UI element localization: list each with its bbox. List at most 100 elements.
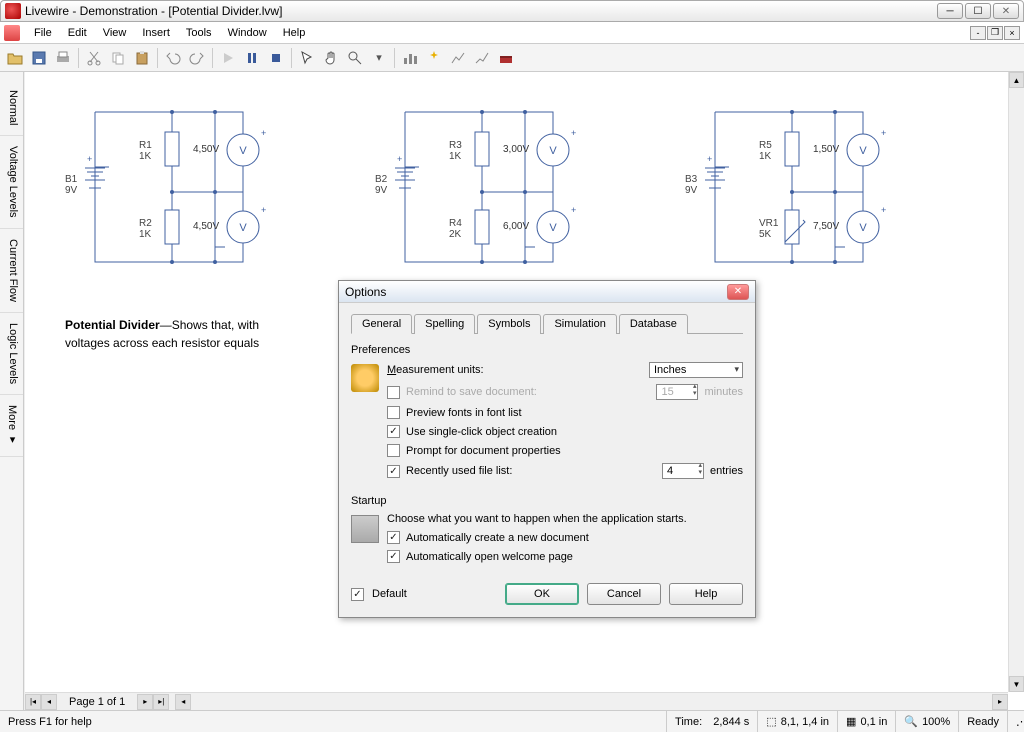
battery-label: B29V: [375, 174, 387, 196]
wizard-icon[interactable]: [423, 47, 445, 69]
tab-more[interactable]: More: [0, 395, 23, 457]
status-position: ⬚8,1, 1,4 in: [757, 711, 837, 732]
tab-current[interactable]: Current Flow: [0, 229, 23, 313]
tab-normal[interactable]: Normal: [0, 80, 23, 136]
svg-text:V: V: [859, 145, 867, 157]
mdi-minimize[interactable]: -: [970, 26, 986, 40]
hscroll-right-icon[interactable]: ▸: [992, 694, 1008, 710]
chart-icon[interactable]: [399, 47, 421, 69]
menu-tools[interactable]: Tools: [178, 25, 220, 41]
stop-icon[interactable]: [265, 47, 287, 69]
remind-label: Remind to save document:: [406, 386, 537, 398]
meter-top-value: 1,50V: [813, 144, 839, 155]
resize-grip[interactable]: ⋰: [1007, 711, 1024, 732]
hscroll-left-icon[interactable]: ◂: [175, 694, 191, 710]
menu-insert[interactable]: Insert: [134, 25, 178, 41]
pointer-icon[interactable]: [296, 47, 318, 69]
app-icon: [5, 3, 21, 19]
mdi-restore[interactable]: ❐: [987, 26, 1003, 40]
ok-button[interactable]: OK: [505, 583, 579, 605]
cut-icon[interactable]: [83, 47, 105, 69]
paste-icon[interactable]: [131, 47, 153, 69]
tab-general[interactable]: General: [351, 314, 412, 334]
svg-text:+: +: [261, 205, 266, 215]
single-click-label: Use single-click object creation: [406, 426, 557, 438]
startup-label: Startup: [351, 495, 743, 507]
menu-view[interactable]: View: [95, 25, 135, 41]
meter-top-value: 4,50V: [193, 144, 219, 155]
dialog-titlebar[interactable]: Options ✕: [339, 281, 755, 303]
statusbar: Press F1 for help Time: 2,844 s ⬚8,1, 1,…: [0, 710, 1024, 732]
vertical-scrollbar[interactable]: ▲ ▼: [1008, 72, 1024, 692]
svg-text:+: +: [261, 128, 266, 138]
circuit-svg: V V + + +: [65, 92, 315, 277]
page-last-icon[interactable]: ▸|: [153, 694, 169, 710]
svg-text:V: V: [549, 222, 557, 234]
play-icon[interactable]: [217, 47, 239, 69]
minimize-button[interactable]: ─: [937, 3, 963, 19]
tab-symbols[interactable]: Symbols: [477, 314, 541, 334]
r-bot-label: R21K: [139, 218, 152, 240]
recent-spinner[interactable]: 4: [662, 463, 704, 479]
titlebar: Livewire - Demonstration - [Potential Di…: [0, 0, 1024, 22]
tab-spelling[interactable]: Spelling: [414, 314, 475, 334]
gear-icon: [351, 364, 379, 392]
maximize-button[interactable]: ☐: [965, 3, 991, 19]
svg-text:+: +: [87, 154, 92, 164]
single-click-checkbox[interactable]: [387, 425, 400, 438]
auto-welcome-checkbox[interactable]: [387, 550, 400, 563]
auto-new-label: Automatically create a new document: [406, 532, 589, 544]
svg-text:+: +: [881, 205, 886, 215]
menu-edit[interactable]: Edit: [60, 25, 95, 41]
toolbox-icon[interactable]: [495, 47, 517, 69]
cancel-button[interactable]: Cancel: [587, 583, 661, 605]
redo-icon[interactable]: [186, 47, 208, 69]
meter-top-value: 3,00V: [503, 144, 529, 155]
horizontal-scrollbar[interactable]: |◂ ◂ Page 1 of 1 ▸ ▸| ◂ ▸: [25, 692, 1008, 710]
scroll-down-icon[interactable]: ▼: [1009, 676, 1024, 692]
print-icon[interactable]: [52, 47, 74, 69]
tab-database[interactable]: Database: [619, 314, 688, 334]
menu-file[interactable]: File: [26, 25, 60, 41]
desc-title: Potential Divider: [65, 318, 160, 332]
svg-text:+: +: [571, 128, 576, 138]
close-button[interactable]: ✕: [993, 3, 1019, 19]
meter-bot-value: 6,00V: [503, 221, 529, 232]
r-bot-label: R42K: [449, 218, 462, 240]
circuit-2: V V + + + B29VR31KR42K3,00V6,00V: [375, 92, 625, 292]
page-first-icon[interactable]: |◂: [25, 694, 41, 710]
preview-fonts-checkbox[interactable]: [387, 406, 400, 419]
page-indicator: Page 1 of 1: [57, 696, 137, 708]
graph1-icon[interactable]: [447, 47, 469, 69]
save-icon[interactable]: [28, 47, 50, 69]
menu-window[interactable]: Window: [220, 25, 275, 41]
auto-new-checkbox[interactable]: [387, 531, 400, 544]
measurement-combo[interactable]: Inches: [649, 362, 743, 378]
dropdown-icon[interactable]: ▾: [368, 47, 390, 69]
open-icon[interactable]: [4, 47, 26, 69]
help-button[interactable]: Help: [669, 583, 743, 605]
default-checkbox[interactable]: [351, 588, 364, 601]
mdi-close[interactable]: ×: [1004, 26, 1020, 40]
menu-help[interactable]: Help: [275, 25, 314, 41]
page-next-icon[interactable]: ▸: [137, 694, 153, 710]
page-prev-icon[interactable]: ◂: [41, 694, 57, 710]
tab-logic[interactable]: Logic Levels: [0, 313, 23, 395]
tab-voltage[interactable]: Voltage Levels: [0, 136, 23, 229]
pause-icon[interactable]: [241, 47, 263, 69]
prompt-props-checkbox[interactable]: [387, 444, 400, 457]
graph2-icon[interactable]: [471, 47, 493, 69]
battery-label: B19V: [65, 174, 77, 196]
zoom-icon[interactable]: [344, 47, 366, 69]
dialog-close-button[interactable]: ✕: [727, 284, 749, 300]
default-label: Default: [372, 588, 407, 600]
hand-icon[interactable]: [320, 47, 342, 69]
scroll-up-icon[interactable]: ▲: [1009, 72, 1024, 88]
toolbar: ▾: [0, 44, 1024, 72]
copy-icon[interactable]: [107, 47, 129, 69]
undo-icon[interactable]: [162, 47, 184, 69]
tab-simulation[interactable]: Simulation: [543, 314, 616, 334]
r-top-label: R11K: [139, 140, 152, 162]
recent-checkbox[interactable]: [387, 465, 400, 478]
circuit-svg: V V + + +: [375, 92, 625, 277]
